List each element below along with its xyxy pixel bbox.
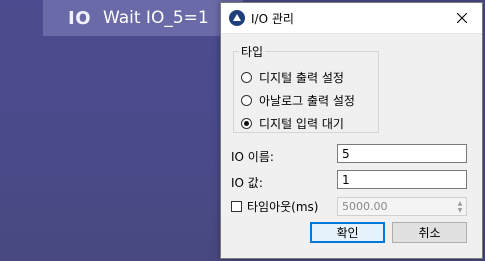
ok-button[interactable]: 확인	[310, 222, 385, 243]
io-step-icon: IO	[68, 7, 91, 29]
spin-down-icon: ▼	[457, 206, 463, 214]
radio-button[interactable]	[241, 72, 252, 83]
radio-analog-output[interactable]: 아날로그 출력 설정	[241, 92, 355, 109]
io-value-label: IO 값:	[231, 176, 263, 190]
timeout-checkbox[interactable]	[231, 201, 242, 212]
timeout-label: 타임아웃(ms)	[247, 200, 319, 214]
radio-label: 디지털 출력 설정	[259, 71, 344, 85]
radio-button-selected[interactable]	[241, 118, 252, 129]
io-name-input[interactable]	[337, 144, 467, 163]
timeout-value: 5000.00	[342, 200, 388, 213]
spin-arrows: ▲ ▼	[454, 198, 466, 215]
io-value-input[interactable]	[337, 170, 467, 189]
program-step-label: Wait IO_5=1	[103, 8, 209, 28]
dialog-title: I/O 관리	[251, 11, 294, 26]
app-logo-icon	[229, 10, 245, 26]
io-name-label: IO 이름:	[231, 150, 274, 164]
cancel-button[interactable]: 취소	[392, 222, 467, 243]
dialog-titlebar[interactable]: I/O 관리	[221, 3, 482, 34]
spin-up-icon: ▲	[457, 199, 463, 207]
radio-button[interactable]	[241, 95, 252, 106]
radio-digital-input-wait[interactable]: 디지털 입력 대기	[241, 115, 344, 132]
radio-digital-output[interactable]: 디지털 출력 설정	[241, 69, 344, 86]
io-management-dialog: I/O 관리 타입 디지털 출력 설정 아날로그 출력 설정 디지털 입력 대기…	[220, 2, 483, 259]
timeout-spinbox: 5000.00 ▲ ▼	[337, 197, 467, 216]
radio-label: 디지털 입력 대기	[259, 117, 344, 131]
radio-label: 아날로그 출력 설정	[259, 94, 355, 108]
close-button[interactable]	[442, 3, 482, 33]
program-step[interactable]: IO Wait IO_5=1	[68, 4, 209, 32]
close-icon	[457, 13, 467, 23]
timeout-checkbox-row[interactable]: 타임아웃(ms)	[231, 198, 318, 215]
type-group-legend: 타입	[239, 43, 266, 60]
